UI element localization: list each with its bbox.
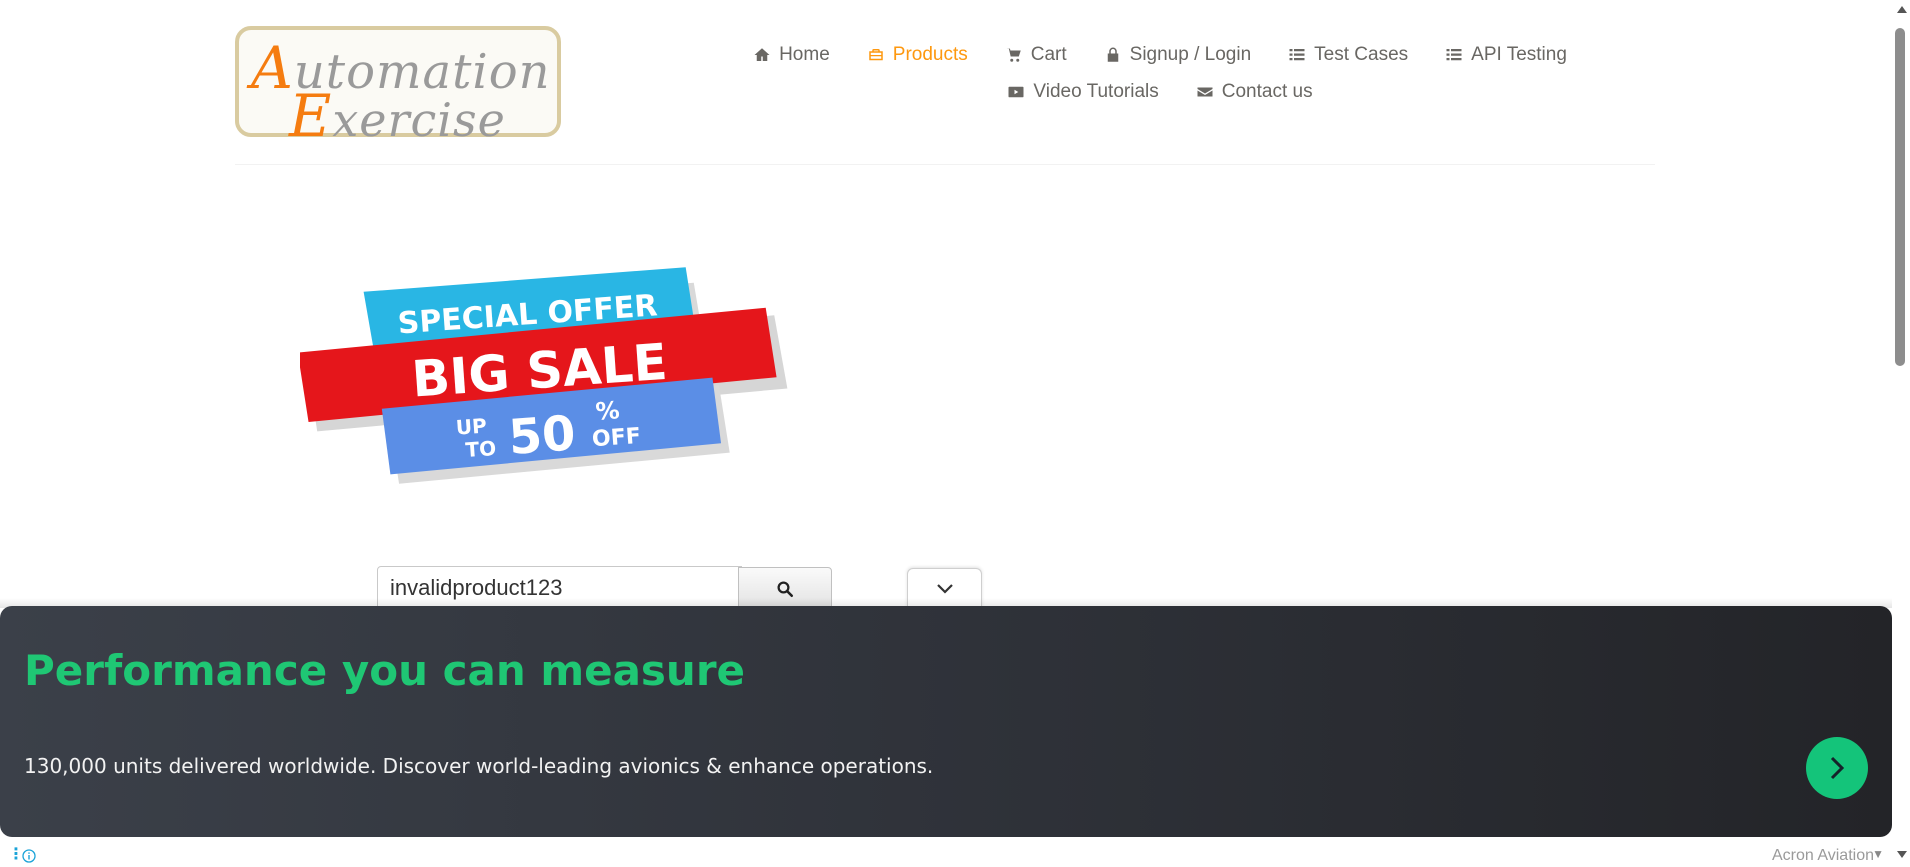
info-icon[interactable] — [22, 849, 36, 863]
scroll-down-icon[interactable] — [1897, 851, 1907, 858]
scroll-thumb[interactable] — [1895, 28, 1905, 366]
main-nav: Home Products Cart Signup / Login Test C… — [700, 36, 1620, 110]
svg-text:TO: TO — [465, 436, 497, 462]
svg-text:%: % — [595, 396, 621, 426]
nav-products[interactable]: Products — [867, 44, 968, 66]
header-divider — [235, 164, 1655, 165]
nav-test-cases-label: Test Cases — [1314, 43, 1409, 65]
nav-home-label: Home — [779, 43, 830, 65]
nav-video-tutorials[interactable]: Video Tutorials — [1007, 80, 1159, 103]
ad-footer: ⋮ Acron Aviation ▼ — [0, 845, 1910, 867]
ad-sponsor[interactable]: Acron Aviation — [1772, 847, 1874, 865]
ad-description: 130,000 units delivered worldwide. Disco… — [24, 754, 934, 778]
nav-api-testing[interactable]: API Testing — [1445, 44, 1567, 66]
envelope-icon — [1197, 87, 1213, 96]
logo-line-2: Exercise — [289, 82, 506, 150]
search-icon — [777, 581, 794, 598]
chevron-right-icon — [1830, 756, 1845, 780]
nav-video-tutorials-label: Video Tutorials — [1033, 80, 1159, 102]
chevron-down-icon — [936, 584, 953, 594]
ad-title: Performance you can measure — [24, 646, 746, 695]
nav-cart-label: Cart — [1030, 43, 1067, 65]
ad-cta-button[interactable] — [1806, 737, 1868, 799]
home-icon — [754, 47, 770, 61]
sale-banner: SPECIAL OFFER BIG SALE UP TO 50 % OFF — [297, 265, 800, 490]
nav-products-label: Products — [892, 43, 968, 65]
collapse-icon[interactable]: ▼ — [1872, 847, 1884, 861]
cart-icon — [1006, 47, 1021, 62]
briefcase-icon — [869, 48, 883, 60]
youtube-icon — [1008, 86, 1024, 97]
svg-text:OFF: OFF — [591, 424, 641, 452]
nav-contact-us[interactable]: Contact us — [1196, 81, 1313, 103]
svg-text:50: 50 — [507, 405, 578, 466]
ad-banner[interactable]: Performance you can measure 130,000 unit… — [0, 606, 1892, 837]
list-icon — [1289, 48, 1305, 60]
page-scrollbar[interactable] — [1892, 0, 1910, 867]
nav-signup-login-label: Signup / Login — [1129, 43, 1252, 65]
scroll-up-icon[interactable] — [1897, 6, 1907, 13]
svg-text:UP: UP — [455, 414, 488, 440]
site-logo[interactable]: Automation Exercise — [235, 26, 561, 150]
nav-home[interactable]: Home — [753, 44, 830, 66]
list-icon — [1446, 48, 1462, 60]
nav-cart[interactable]: Cart — [1005, 44, 1067, 66]
nav-contact-us-label: Contact us — [1221, 80, 1313, 102]
lock-icon — [1107, 47, 1118, 62]
nav-signup-login[interactable]: Signup / Login — [1104, 43, 1252, 66]
nav-api-testing-label: API Testing — [1471, 43, 1567, 65]
nav-test-cases[interactable]: Test Cases — [1288, 44, 1408, 66]
